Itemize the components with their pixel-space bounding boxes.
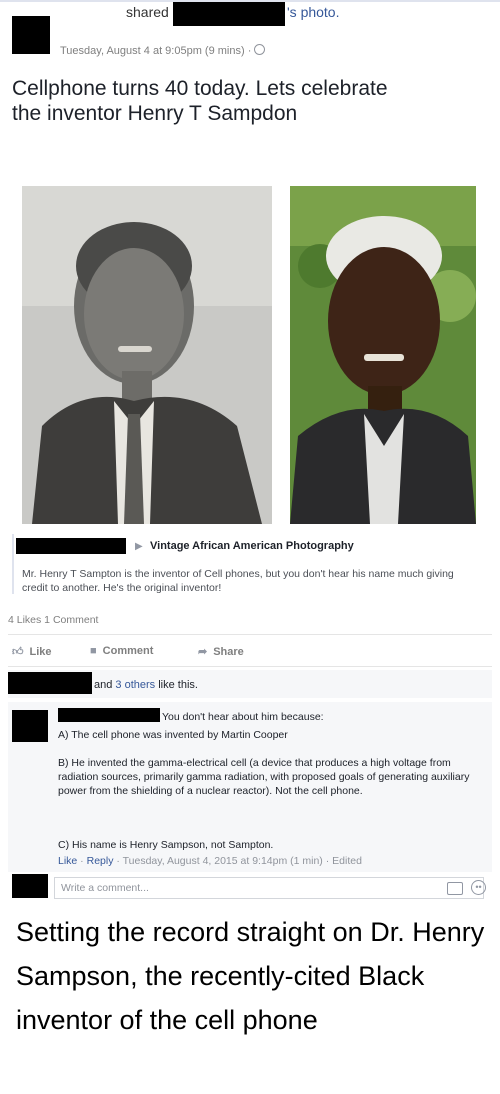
share-label: Share (213, 646, 244, 658)
portrait-color-illustration (290, 186, 476, 524)
viewer-avatar-redacted (12, 874, 48, 898)
likes-summary-text: and 3 others like this. (94, 679, 198, 691)
comment-point-a: A) The cell phone was invented by Martin… (58, 729, 288, 741)
photo-left-bw[interactable] (22, 186, 272, 524)
camera-icon[interactable] (447, 882, 463, 895)
divider (8, 666, 492, 667)
comment-reply-link[interactable]: Reply (87, 855, 114, 867)
author-avatar-redacted[interactable] (12, 16, 50, 54)
commenter-name-redacted[interactable] (58, 708, 160, 722)
globe-icon (254, 44, 266, 55)
comment-point-b: B) He invented the gamma-electrical cell… (58, 757, 470, 797)
likes-and: and (94, 679, 116, 691)
shared-text: shared (126, 4, 169, 20)
divider (8, 634, 492, 635)
timestamp-text: Tuesday, August 4 at 9:05pm (9 mins) · (60, 45, 255, 57)
commenter-avatar-redacted[interactable] (12, 710, 48, 742)
shared-content-bar (12, 534, 14, 594)
comment-label: Comment (102, 645, 154, 657)
meme-caption: Setting the record straight on Dr. Henry… (16, 917, 485, 1035)
post-message: Cellphone turns 40 today. Lets celebrate… (12, 77, 388, 125)
photo-right-color[interactable] (290, 186, 476, 524)
triangle-right-icon: ▶ (135, 541, 143, 552)
comment-placeholder: Write a comment... (61, 882, 149, 894)
comment-like-link[interactable]: Like (58, 855, 77, 867)
facebook-post-card: shared 's photo. Tuesday, August 4 at 9:… (0, 2, 500, 899)
portrait-bw-illustration (22, 186, 272, 524)
liker-redacted[interactable] (8, 672, 92, 694)
likes-suffix: like this. (155, 679, 198, 691)
comment-meta: Like · Reply · Tuesday, August 4, 2015 a… (58, 855, 362, 867)
like-button[interactable]: 👍︎ Like (12, 645, 52, 658)
shared-by-redacted[interactable] (16, 538, 126, 554)
post-timestamp[interactable]: Tuesday, August 4 at 9:05pm (9 mins) · (60, 44, 266, 57)
like-label: Like (29, 646, 52, 658)
photo-link[interactable]: 's photo. (287, 4, 340, 20)
shared-description: Mr. Henry T Sampton is the inventor of C… (22, 568, 454, 594)
comment-intro: You don't hear about him because: (162, 711, 324, 723)
comment-icon: ■ (90, 645, 97, 657)
shared-page-name[interactable]: Vintage African American Photography (150, 540, 354, 552)
like-icon: 👍︎ (12, 646, 24, 658)
comment-input[interactable]: Write a comment... •• (54, 877, 486, 899)
comment-point-c: C) His name is Henry Sampson, not Sampto… (58, 839, 274, 851)
likes-comments-count[interactable]: 4 Likes 1 Comment (8, 614, 98, 626)
others-link[interactable]: 3 others (115, 679, 155, 691)
smiley-icon[interactable]: •• (471, 880, 486, 895)
comment-timestamp[interactable]: · Tuesday, August 4, 2015 at 9:14pm (1 m… (113, 855, 362, 867)
share-button[interactable]: ➦ Share (198, 645, 244, 658)
original-author-redacted[interactable] (173, 2, 285, 26)
comment-button[interactable]: ■ Comment (90, 645, 153, 657)
share-icon: ➦ (198, 646, 208, 658)
